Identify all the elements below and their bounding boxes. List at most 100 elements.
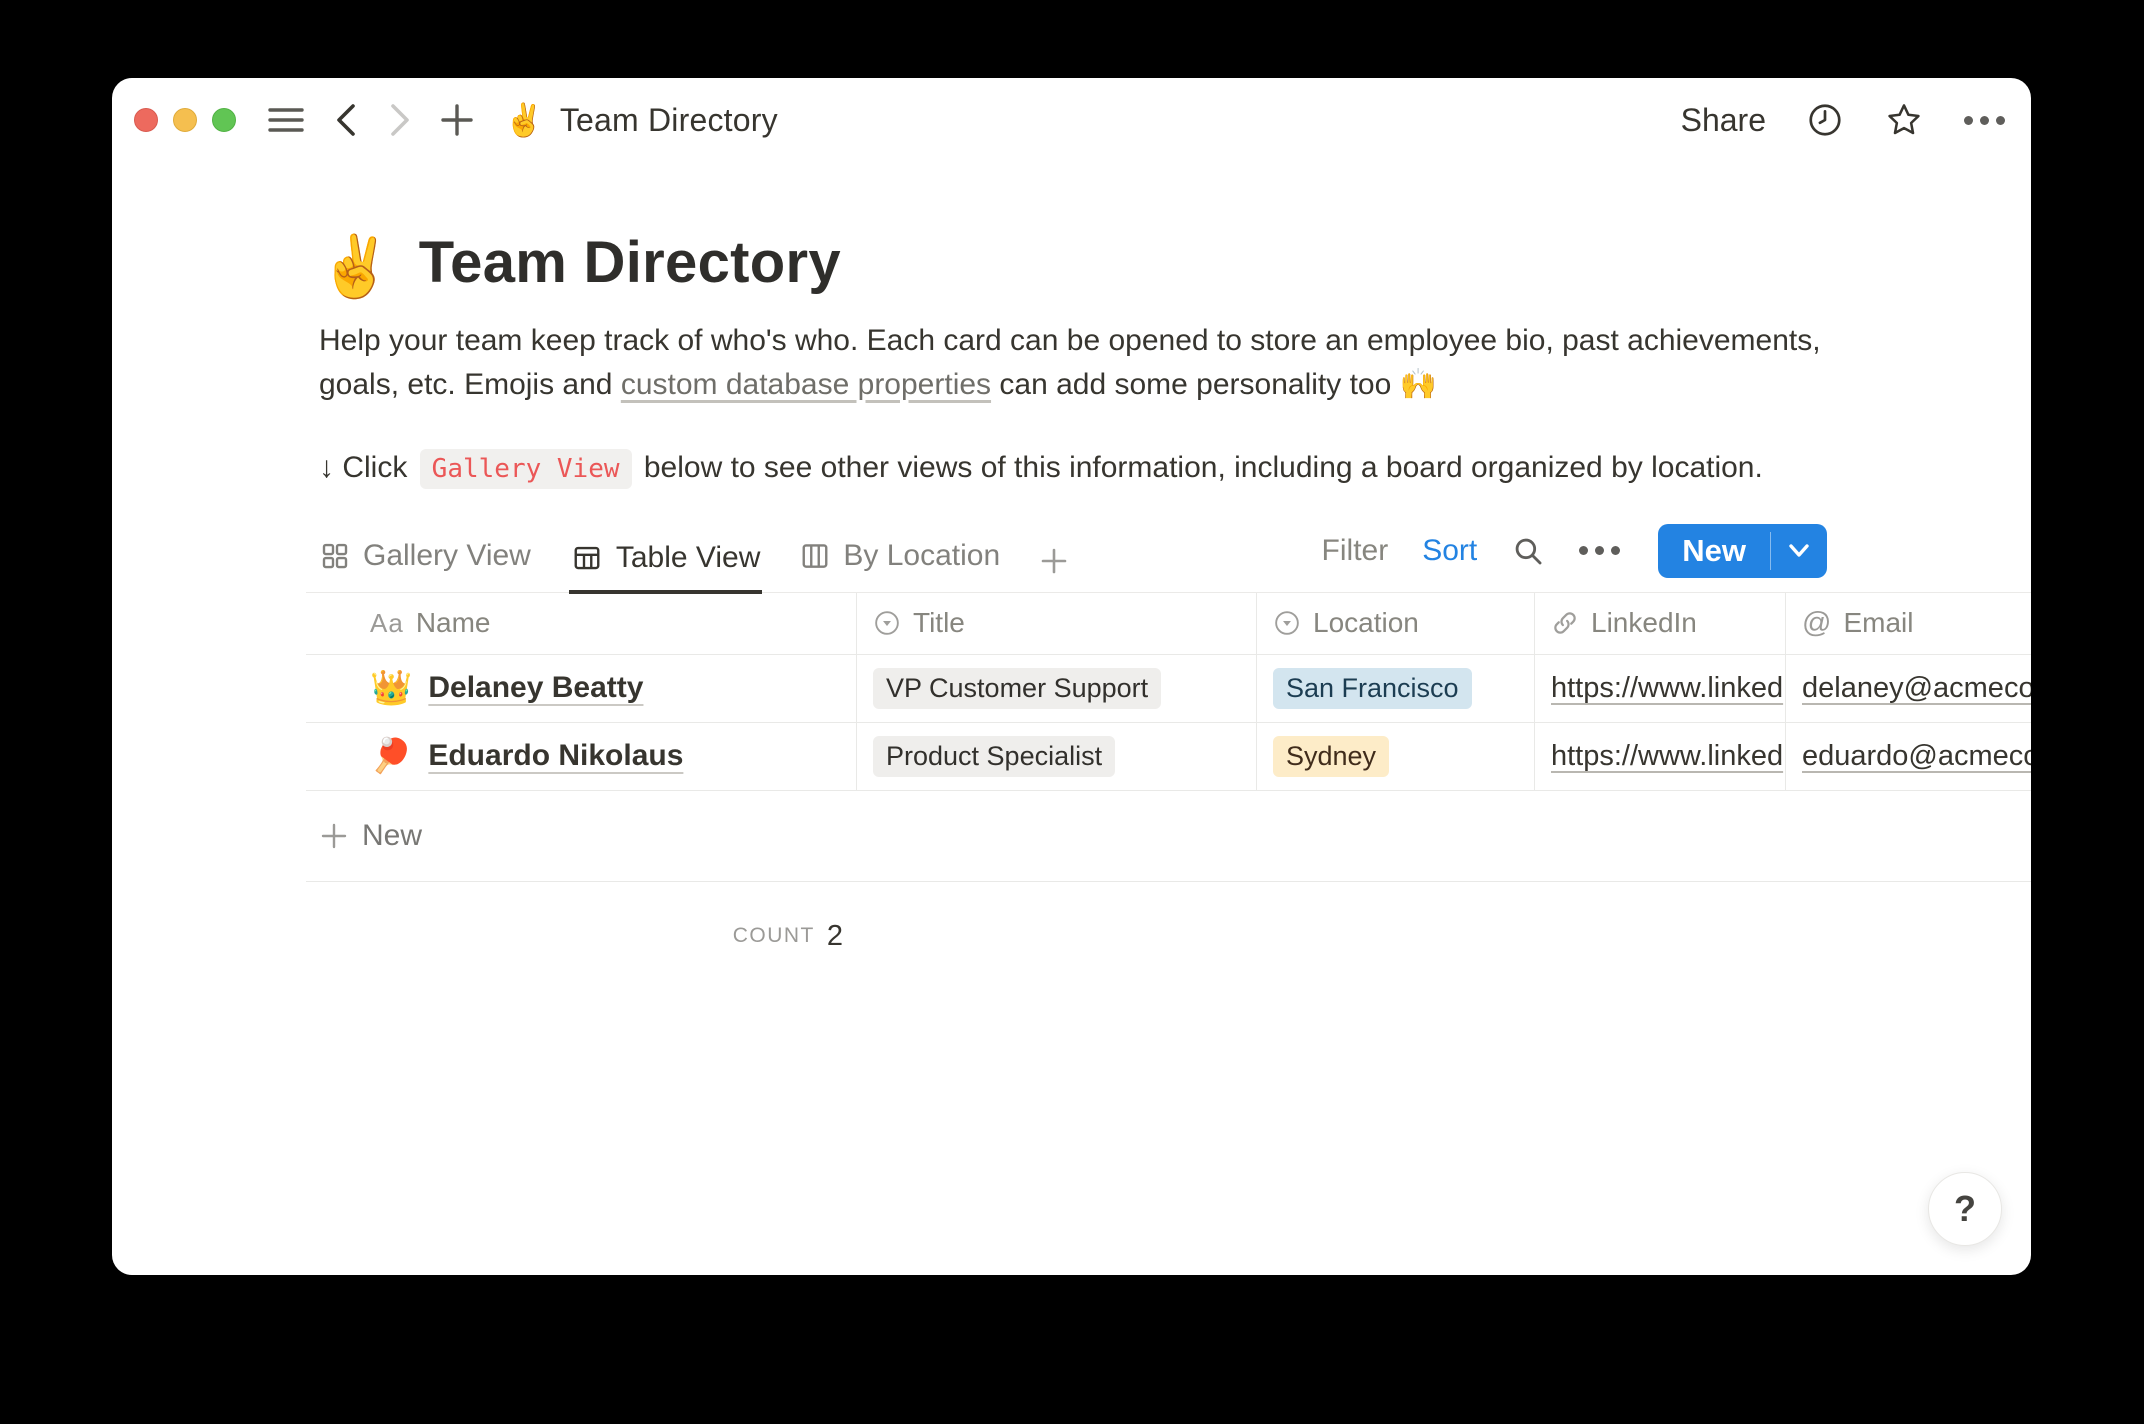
column-linkedin-label: LinkedIn	[1591, 607, 1697, 639]
page-description: Help your team keep track of who's who. …	[319, 319, 1939, 407]
title-tag: VP Customer Support	[873, 668, 1161, 709]
add-view-icon[interactable]	[1038, 547, 1074, 592]
gallery-view-code-chip: Gallery View	[420, 449, 632, 489]
url-property-icon	[1551, 609, 1579, 637]
page-content: ✌️ Team Directory Help your team keep tr…	[112, 230, 2031, 991]
view-toolbar: Gallery View Table View By Location	[306, 531, 2031, 593]
titlebar-actions: Share	[1681, 101, 2005, 139]
cell-email[interactable]: eduardo@acmeco	[1786, 723, 2031, 790]
board-icon	[800, 541, 830, 571]
column-header-title[interactable]: Title	[857, 593, 1257, 654]
linkedin-url-link[interactable]: https://www.linked	[1551, 672, 1783, 705]
column-header-email[interactable]: @ Email	[1786, 593, 2031, 654]
desktop: ✌️ Team Directory Share ✌️ Team Director…	[0, 0, 2144, 1424]
person-name-link[interactable]: Eduardo Nikolaus	[428, 739, 683, 773]
location-tag: Sydney	[1273, 736, 1389, 777]
cell-location[interactable]: San Francisco	[1257, 655, 1535, 722]
column-email-label: Email	[1843, 607, 1913, 639]
table-header-row: Aa Name Title Location LinkedIn	[306, 593, 2031, 655]
share-button[interactable]: Share	[1681, 102, 1766, 139]
count-value: 2	[827, 920, 843, 953]
add-row-button[interactable]: New	[306, 791, 2031, 881]
email-property-icon: @	[1802, 607, 1831, 640]
column-header-linkedin[interactable]: LinkedIn	[1535, 593, 1786, 654]
search-icon[interactable]	[1511, 534, 1545, 568]
down-arrow-glyph: ↓	[319, 451, 334, 484]
column-header-location[interactable]: Location	[1257, 593, 1535, 654]
table-icon	[571, 543, 603, 573]
more-options-icon[interactable]	[1964, 116, 2005, 125]
page-header: ✌️ Team Directory	[318, 230, 2031, 297]
tab-table-view[interactable]: Table View	[569, 541, 763, 594]
zoom-window-button[interactable]	[212, 108, 236, 132]
linkedin-url-link[interactable]: https://www.linked	[1551, 740, 1783, 773]
cell-linkedin[interactable]: https://www.linked	[1535, 723, 1786, 790]
page-icon-emoji[interactable]: ✌️	[318, 237, 393, 297]
traffic-lights	[134, 108, 236, 132]
column-name-label: Name	[416, 607, 491, 639]
new-button-label: New	[1658, 524, 1770, 578]
cell-location[interactable]: Sydney	[1257, 723, 1535, 790]
sidebar-toggle-icon[interactable]	[268, 106, 304, 134]
description-line2-after: can add some personality too 🙌	[991, 368, 1437, 401]
back-icon[interactable]	[334, 103, 358, 137]
forward-icon[interactable]	[388, 103, 412, 137]
count-calculation[interactable]: count 2	[306, 882, 857, 991]
text-property-icon: Aa	[370, 608, 404, 639]
filter-button[interactable]: Filter	[1322, 534, 1389, 568]
sort-button[interactable]: Sort	[1422, 534, 1477, 568]
person-name-link[interactable]: Delaney Beatty	[428, 671, 643, 705]
title-tag: Product Specialist	[873, 736, 1115, 777]
table-view: Aa Name Title Location LinkedIn	[306, 593, 2031, 991]
history-clock-icon[interactable]	[1806, 101, 1844, 139]
cell-email[interactable]: delaney@acmecor	[1786, 655, 2031, 722]
cell-title[interactable]: Product Specialist	[857, 723, 1257, 790]
row-emoji: 🏓	[370, 739, 412, 773]
add-row-label: New	[362, 819, 422, 853]
new-record-button[interactable]: New	[1658, 524, 1827, 578]
cell-linkedin[interactable]: https://www.linked	[1535, 655, 1786, 722]
email-link[interactable]: delaney@acmecor	[1802, 672, 2031, 705]
plus-icon	[320, 822, 348, 850]
select-property-icon	[1273, 609, 1301, 637]
page-title: Team Directory	[419, 230, 841, 297]
email-link[interactable]: eduardo@acmeco	[1802, 740, 2031, 773]
notion-window: ✌️ Team Directory Share ✌️ Team Director…	[112, 78, 2031, 1275]
tab-gallery-label: Gallery View	[363, 539, 531, 573]
table-controls: Filter Sort New	[1322, 524, 1827, 592]
description-line1: Help your team keep track of who's who. …	[319, 324, 1821, 357]
row-emoji: 👑	[370, 671, 412, 705]
custom-properties-link[interactable]: custom database properties	[621, 368, 991, 401]
tab-by-location-label: By Location	[843, 539, 1000, 573]
table-row: 🏓 Eduardo Nikolaus Product Specialist Sy…	[306, 723, 2031, 791]
view-tabs: Gallery View Table View By Location	[318, 539, 1074, 592]
cell-name[interactable]: 🏓 Eduardo Nikolaus	[306, 723, 857, 790]
close-window-button[interactable]	[134, 108, 158, 132]
new-tab-icon[interactable]	[440, 103, 474, 137]
minimize-window-button[interactable]	[173, 108, 197, 132]
favorite-star-icon[interactable]	[1884, 101, 1924, 139]
column-title-label: Title	[913, 607, 965, 639]
hint-text-after: below to see other views of this informa…	[636, 451, 1763, 484]
description-line2-before: goals, etc. Emojis and	[319, 368, 621, 401]
column-location-label: Location	[1313, 607, 1419, 639]
calculation-row: count 2	[306, 881, 2031, 991]
help-button[interactable]: ?	[1928, 1172, 2002, 1246]
location-tag: San Francisco	[1273, 668, 1472, 709]
table-row: 👑 Delaney Beatty VP Customer Support San…	[306, 655, 2031, 723]
tab-gallery-view[interactable]: Gallery View	[318, 539, 533, 592]
column-header-name[interactable]: Aa Name	[306, 593, 857, 654]
view-options-icon[interactable]	[1579, 546, 1620, 555]
tab-table-label: Table View	[616, 541, 761, 575]
gallery-hint-line: ↓ Click Gallery View below to see other …	[319, 451, 2031, 485]
hint-text-before: Click	[334, 451, 416, 484]
titlebar: ✌️ Team Directory Share	[112, 78, 2031, 146]
select-property-icon	[873, 609, 901, 637]
doc-emoji: ✌️	[504, 104, 544, 136]
cell-title[interactable]: VP Customer Support	[857, 655, 1257, 722]
count-label: count	[733, 924, 815, 948]
doc-title: Team Directory	[560, 102, 778, 139]
cell-name[interactable]: 👑 Delaney Beatty	[306, 655, 857, 722]
new-button-chevron-down-icon[interactable]	[1771, 524, 1827, 578]
tab-by-location[interactable]: By Location	[798, 539, 1002, 592]
